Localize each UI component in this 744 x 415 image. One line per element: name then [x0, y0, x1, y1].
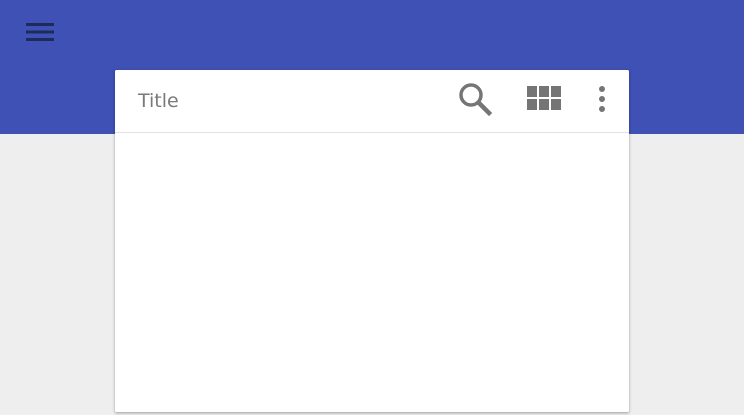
card-toolbar: Title — [115, 70, 629, 133]
search-button[interactable] — [452, 78, 498, 124]
card-body — [115, 133, 629, 412]
search-icon — [457, 81, 493, 121]
card-title: Title — [138, 90, 179, 112]
more-options-button[interactable] — [579, 78, 625, 124]
more-vert-icon — [597, 85, 607, 117]
menu-button[interactable] — [18, 14, 62, 54]
content-card: Title — [115, 70, 629, 412]
hamburger-menu-icon — [25, 20, 55, 48]
grid-view-icon — [527, 86, 561, 116]
grid-view-button[interactable] — [521, 78, 567, 124]
